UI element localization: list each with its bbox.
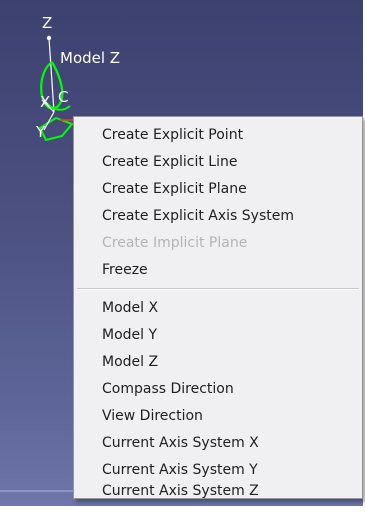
menu-item-current-axis-system-y[interactable]: Current Axis System Y (102, 459, 258, 481)
compass-z-label: Z (42, 14, 53, 32)
menu-item-freeze[interactable]: Freeze (102, 259, 148, 281)
compass-x-label: X (40, 93, 51, 111)
menu-item-create-explicit-line[interactable]: Create Explicit Line (102, 151, 237, 173)
menu-item-model-y[interactable]: Model Y (102, 324, 157, 346)
compass-origin-label: C (58, 88, 69, 106)
compass-z-axis-tip (46, 35, 52, 41)
menu-item-create-explicit-plane[interactable]: Create Explicit Plane (102, 178, 247, 200)
menu-item-create-implicit-plane: Create Implicit Plane (102, 235, 248, 251)
menu-item-create-explicit-point[interactable]: Create Explicit Point (102, 124, 243, 146)
compass-y-label: Y (36, 123, 46, 141)
compass-context-menu: Create Explicit Point Create Explicit Li… (73, 116, 363, 499)
menu-item-model-z[interactable]: Model Z (102, 351, 158, 373)
compass-model-z-label: Model Z (60, 49, 121, 67)
menu-separator (77, 288, 359, 290)
menu-item-compass-direction[interactable]: Compass Direction (102, 378, 234, 400)
menu-item-model-x[interactable]: Model X (102, 297, 158, 319)
menu-item-view-direction[interactable]: View Direction (102, 405, 203, 427)
menu-item-create-explicit-axis-system[interactable]: Create Explicit Axis System (102, 205, 294, 227)
menu-item-current-axis-system-z[interactable]: Current Axis System Z (102, 480, 259, 502)
menu-item-current-axis-system-x[interactable]: Current Axis System X (102, 432, 259, 454)
